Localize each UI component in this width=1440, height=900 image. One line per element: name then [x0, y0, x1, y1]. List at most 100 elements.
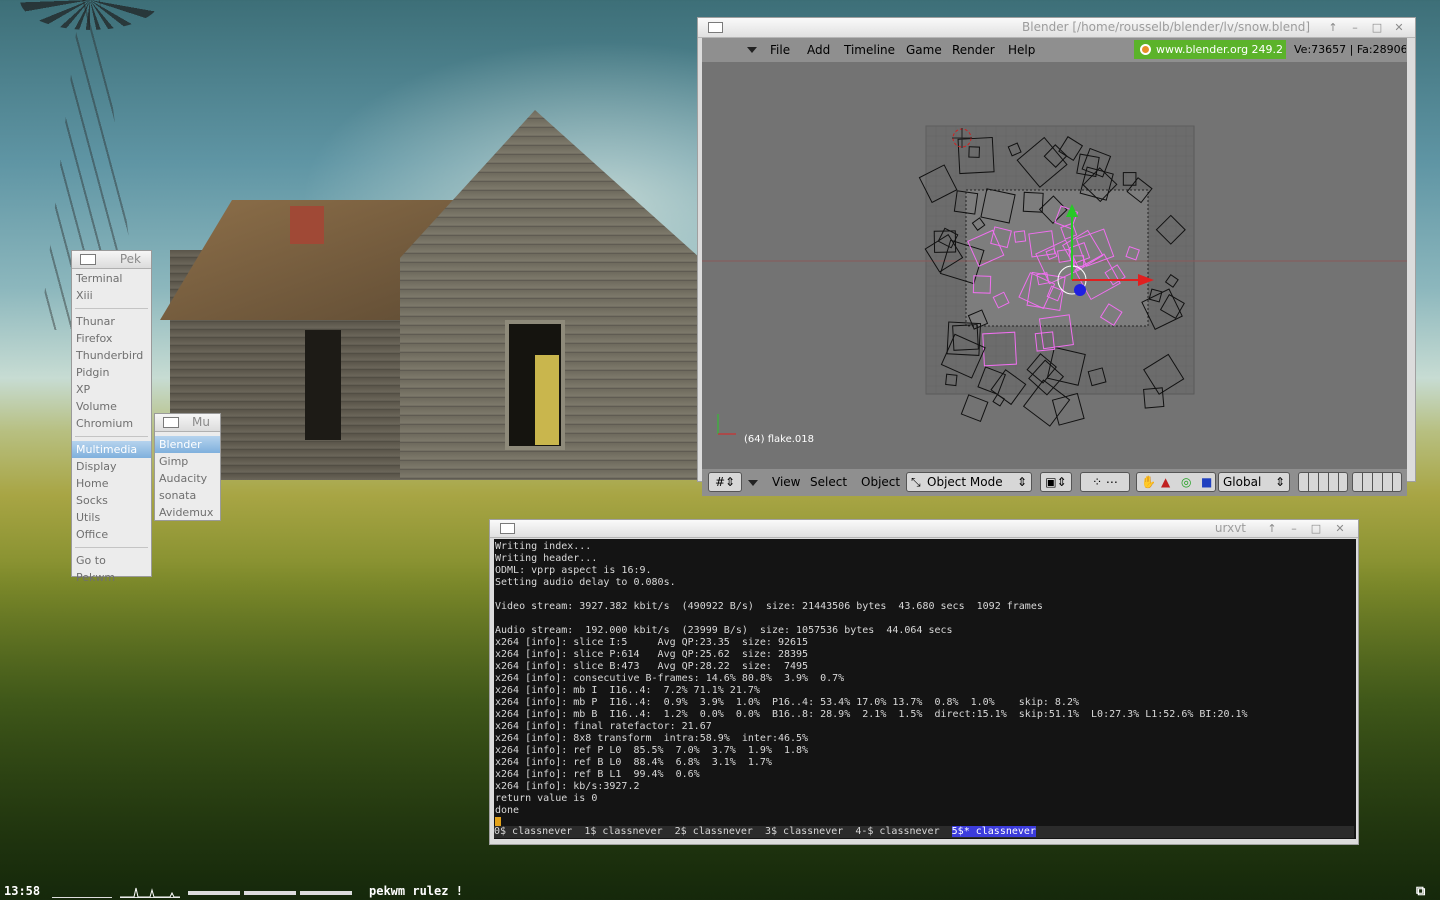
terminal-line: x264 [info]: kb/s:3927.2: [495, 781, 640, 792]
flake[interactable]: [992, 393, 1006, 407]
header-collapse-icon[interactable]: [748, 480, 758, 486]
orientation-selector[interactable]: Global ⇕: [1218, 472, 1290, 492]
manipulator-toggles[interactable]: ✋ ▲ ◎ ■: [1136, 472, 1216, 492]
terminal-line: x264 [info]: ref P L0 85.5% 7.0% 3.7% 1.…: [495, 745, 809, 756]
terminal-line: x264 [info]: ref B L1 99.4% 0.6%: [495, 769, 700, 780]
menu-item-chromium[interactable]: Chromium: [72, 415, 151, 432]
menu-select[interactable]: Select: [810, 475, 847, 489]
pekwm-root-menu: Pek Terminal Xiii Thunar Firefox Thunderbird…: [71, 250, 152, 584]
menu-help[interactable]: Help: [1008, 43, 1035, 57]
menu-timeline[interactable]: Timeline: [844, 43, 895, 57]
submenu-item-sonata[interactable]: sonata: [155, 487, 220, 504]
window-icon: [80, 254, 96, 265]
menu-item-pidgin[interactable]: Pidgin: [72, 364, 151, 381]
terminal-line: x264 [info]: mb B I16..4: 1.2% 0.0% 0.0%…: [495, 709, 1248, 720]
menu-item-home[interactable]: Home: [72, 475, 151, 492]
terminal-line: x264 [info]: mb P I16..4: 0.9% 3.9% 1.0%…: [495, 697, 1079, 708]
flake[interactable]: [1051, 392, 1085, 426]
pekwm-multimedia-submenu: Mu Blender Gimp Audacity sonata Avidemux: [154, 413, 221, 521]
menu-game[interactable]: Game: [906, 43, 942, 57]
z-axis-handle[interactable]: [1074, 284, 1086, 296]
screen-tab[interactable]: 4-$ classnever: [855, 826, 939, 837]
layer-buttons-2[interactable]: [1352, 472, 1402, 492]
submenu-item-gimp[interactable]: Gimp: [155, 453, 220, 470]
menu-add[interactable]: Add: [807, 43, 830, 57]
minimize-button[interactable]: –: [1286, 521, 1302, 536]
menu-item-pekwm[interactable]: Pekwm: [72, 569, 151, 586]
menu-item-volume[interactable]: Volume: [72, 398, 151, 415]
windmill-blades: [20, 0, 160, 30]
window-icon: [500, 523, 515, 534]
menu-item-terminal[interactable]: Terminal: [72, 270, 151, 287]
viewport-canvas[interactable]: (64) flake.018: [702, 62, 1407, 469]
terminal-line: Video stream: 3927.382 kbit/s (490922 B/…: [495, 601, 1043, 612]
shade-button[interactable]: ↑: [1325, 20, 1341, 35]
header-collapse-icon[interactable]: [747, 47, 757, 53]
mode-selector[interactable]: Object Mode ⇕ ⤡: [906, 472, 1032, 492]
menu-item-socks[interactable]: Socks: [72, 492, 151, 509]
rotate-icon[interactable]: ◎: [1181, 473, 1191, 491]
screen-tab-active[interactable]: 5$* classnever: [951, 826, 1036, 837]
meter-bar-3: [300, 891, 352, 895]
menu-file[interactable]: File: [770, 43, 790, 57]
terminal-line: x264 [info]: slice B:473 Avg QP:28.22 si…: [495, 661, 809, 672]
tray-icon[interactable]: ⧉: [1416, 884, 1425, 899]
menu-separator: [75, 304, 148, 309]
close-button[interactable]: ✕: [1391, 20, 1407, 35]
menu-item-thunderbird[interactable]: Thunderbird: [72, 347, 151, 364]
flake[interactable]: [960, 394, 989, 422]
shade-button[interactable]: ↑: [1264, 521, 1280, 536]
terminal-line: x264 [info]: ref B L0 88.4% 6.8% 3.1% 1.…: [495, 757, 772, 768]
urxvt-titlebar[interactable]: urxvt ↑ – □ ✕: [490, 520, 1358, 538]
minimize-button[interactable]: –: [1347, 20, 1363, 35]
terminal-line: done: [495, 805, 520, 816]
maximize-button[interactable]: □: [1369, 20, 1385, 35]
mode-label: Object Mode: [927, 475, 1003, 489]
menu-item-multimedia[interactable]: Multimedia: [72, 441, 151, 458]
screen-tab[interactable]: 0$ classnever: [494, 826, 572, 837]
blender-logo-icon: [1140, 44, 1151, 55]
terminal-line: x264 [info]: mb I I16..4: 7.2% 71.1% 21.…: [495, 685, 760, 696]
close-button[interactable]: ✕: [1332, 521, 1348, 536]
menu-item-display[interactable]: Display: [72, 458, 151, 475]
terminal-output[interactable]: Writing index... Writing header... ODML: v…: [494, 539, 1356, 839]
translate-icon[interactable]: ▲: [1161, 473, 1170, 491]
screen-status-bar: 0$ classnever 1$ classnever 2$ classneve…: [494, 826, 1354, 838]
menu-render[interactable]: Render: [952, 43, 995, 57]
screen-tab[interactable]: 3$ classnever: [765, 826, 843, 837]
menu-item-firefox[interactable]: Firefox: [72, 330, 151, 347]
orientation-label: Global: [1223, 475, 1262, 489]
menu-item-go-to[interactable]: Go to: [72, 552, 151, 569]
dropdown-arrows-icon: ⇕: [1274, 475, 1285, 489]
screen-tab[interactable]: 1$ classnever: [584, 826, 662, 837]
3d-viewport[interactable]: (64) flake.018: [702, 62, 1407, 469]
submenu-item-audacity[interactable]: Audacity: [155, 470, 220, 487]
window-icon: [708, 22, 723, 33]
blender-titlebar[interactable]: Blender [/home/rousselb/blender/lv/snow.…: [698, 18, 1415, 38]
draw-type-selector[interactable]: ▣⇕: [1040, 472, 1072, 492]
hand-icon[interactable]: ✋: [1141, 473, 1156, 491]
pivot-selector[interactable]: ⁘ ⋯: [1080, 472, 1130, 492]
submenu-item-avidemux[interactable]: Avidemux: [155, 504, 220, 521]
maximize-button[interactable]: □: [1308, 521, 1324, 536]
screen-tab[interactable]: 2$ classnever: [675, 826, 753, 837]
menu-item-thunar[interactable]: Thunar: [72, 313, 151, 330]
pekwm-root-menu-titlebar: Pek: [72, 251, 151, 269]
editor-type-selector[interactable]: #⇕: [708, 472, 742, 492]
menu-item-utils[interactable]: Utils: [72, 509, 151, 526]
menu-item-xiii[interactable]: Xiii: [72, 287, 151, 304]
menu-view[interactable]: View: [772, 475, 800, 489]
menu-object[interactable]: Object: [861, 475, 900, 489]
menu-item-office[interactable]: Office: [72, 526, 151, 543]
pekwm-root-menu-title: Pek: [119, 252, 141, 266]
scale-icon[interactable]: ■: [1201, 473, 1212, 491]
object-mode-icon: ⤡: [911, 475, 921, 489]
terminal-line: x264 [info]: slice P:614 Avg QP:25.62 si…: [495, 649, 809, 660]
blender-version-badge: www.blender.org 249.2: [1134, 40, 1286, 59]
layer-buttons-1[interactable]: [1298, 472, 1348, 492]
farmhouse-chimney: [290, 206, 324, 244]
menu-item-xp[interactable]: XP: [72, 381, 151, 398]
submenu-item-blender[interactable]: Blender: [155, 436, 220, 453]
